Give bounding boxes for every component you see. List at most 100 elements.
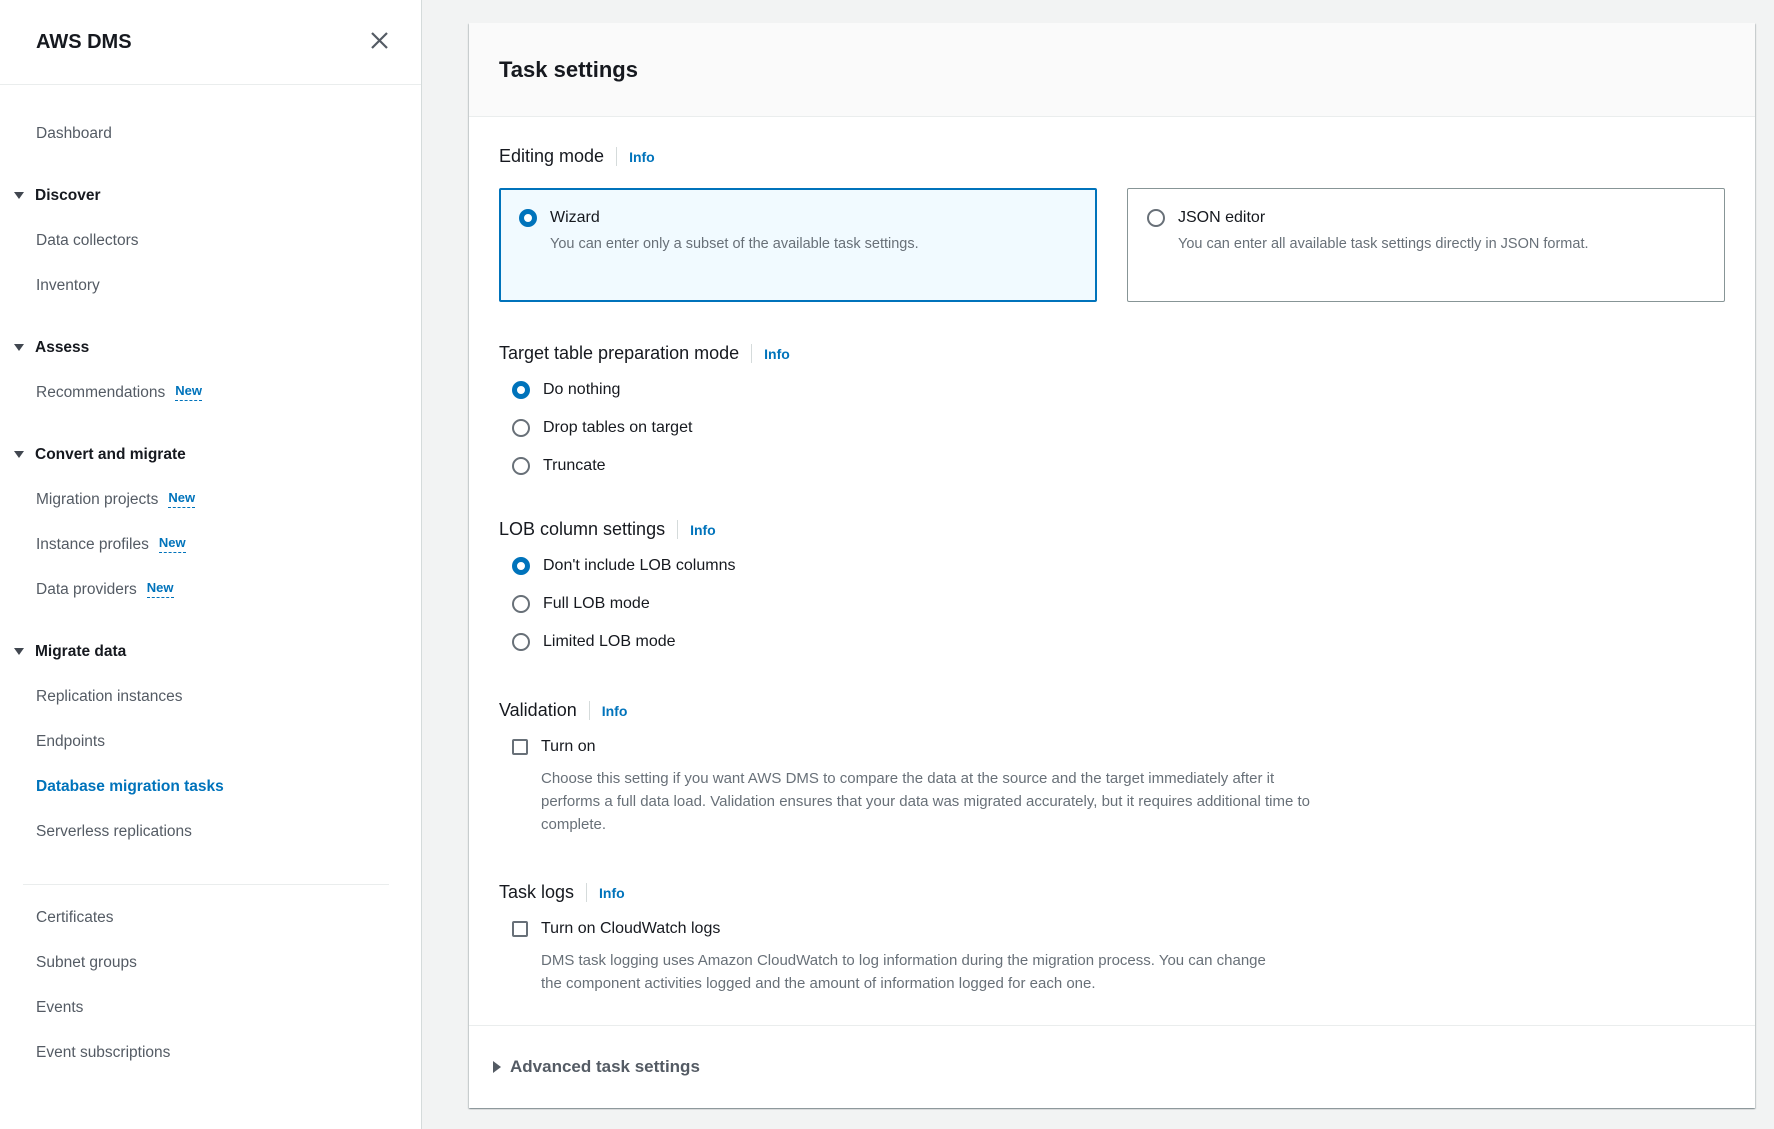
- sidebar-item-data-collectors[interactable]: Data collectors: [0, 218, 421, 263]
- validation-label: Validation: [499, 700, 577, 721]
- new-badge: New: [159, 536, 186, 553]
- radio-row-drop-tables[interactable]: Drop tables on target: [512, 416, 1725, 440]
- validation-info-link[interactable]: Info: [602, 703, 628, 719]
- sidebar-item-migration-projects[interactable]: Migration projects New: [0, 477, 421, 522]
- cloudwatch-description: DMS task logging uses Amazon CloudWatch …: [541, 949, 1281, 995]
- radio-row-do-nothing[interactable]: Do nothing: [512, 378, 1725, 402]
- sidebar-group-label: Convert and migrate: [35, 446, 186, 464]
- sidebar-group-discover[interactable]: Discover: [0, 173, 421, 218]
- card-body: Editing mode Info Wizard You can enter o…: [469, 117, 1755, 1025]
- radio-button-wizard[interactable]: [519, 209, 537, 227]
- sidebar-item-label: Event subscriptions: [36, 1044, 170, 1062]
- sidebar-item-label: Subnet groups: [36, 954, 137, 972]
- cloudwatch-checkbox-row[interactable]: Turn on CloudWatch logs: [512, 917, 1725, 941]
- close-button[interactable]: [367, 30, 391, 54]
- task-logs-group: Turn on CloudWatch logs DMS task logging…: [512, 917, 1725, 995]
- json-editor-option-text: JSON editor You can enter all available …: [1178, 206, 1589, 284]
- label-separator: [751, 344, 752, 363]
- radio-button-truncate[interactable]: [512, 457, 530, 475]
- label-separator: [677, 520, 678, 539]
- sidebar-group-assess[interactable]: Assess: [0, 325, 421, 370]
- target-table-prep-info-link[interactable]: Info: [764, 346, 790, 362]
- editing-mode-label: Editing mode: [499, 146, 604, 167]
- sidebar-item-certificates[interactable]: Certificates: [0, 895, 421, 940]
- sidebar-item-serverless-replications[interactable]: Serverless replications: [0, 809, 421, 854]
- validation-description: Choose this setting if you want AWS DMS …: [541, 767, 1311, 836]
- radio-label: Drop tables on target: [543, 419, 692, 437]
- radio-button-full-lob[interactable]: [512, 595, 530, 613]
- wizard-option-description: You can enter only a subset of the avail…: [550, 233, 919, 255]
- validation-checkbox[interactable]: [512, 739, 528, 755]
- sidebar-item-inventory[interactable]: Inventory: [0, 263, 421, 308]
- radio-row-full-lob[interactable]: Full LOB mode: [512, 592, 1725, 616]
- sidebar-item-label: Recommendations: [36, 384, 165, 402]
- new-badge: New: [147, 581, 174, 598]
- cloudwatch-checkbox[interactable]: [512, 921, 528, 937]
- task-settings-card: Task settings Editing mode Info Wizard Y…: [469, 23, 1755, 1108]
- sidebar-nav: Dashboard Discover Data collectors Inven…: [0, 85, 421, 1075]
- advanced-task-settings-label: Advanced task settings: [510, 1057, 700, 1077]
- sidebar-item-label: Instance profiles: [36, 536, 149, 554]
- lob-settings-label: LOB column settings: [499, 519, 665, 540]
- radio-row-dont-include-lob[interactable]: Don't include LOB columns: [512, 554, 1725, 578]
- radio-button-json-editor[interactable]: [1147, 209, 1165, 227]
- sidebar-divider: [23, 884, 389, 885]
- sidebar-item-label: Data collectors: [36, 232, 139, 250]
- sidebar-item-dashboard[interactable]: Dashboard: [0, 111, 421, 156]
- radio-button-drop-tables[interactable]: [512, 419, 530, 437]
- wizard-option-card[interactable]: Wizard You can enter only a subset of th…: [499, 188, 1097, 302]
- sidebar-group-label: Migrate data: [35, 643, 126, 661]
- sidebar-item-label: Database migration tasks: [36, 778, 224, 796]
- caret-down-icon: [14, 344, 24, 351]
- sidebar-item-replication-instances[interactable]: Replication instances: [0, 674, 421, 719]
- lob-settings-radio-group: Don't include LOB columns Full LOB mode …: [512, 554, 1725, 654]
- sidebar-group-label: Assess: [35, 339, 89, 357]
- close-icon: [370, 31, 389, 53]
- main-content: Task settings Editing mode Info Wizard Y…: [422, 0, 1774, 1129]
- editing-mode-label-row: Editing mode Info: [499, 146, 1725, 167]
- sidebar-item-endpoints[interactable]: Endpoints: [0, 719, 421, 764]
- radio-row-limited-lob[interactable]: Limited LOB mode: [512, 630, 1725, 654]
- radio-button-dont-include-lob[interactable]: [512, 557, 530, 575]
- sidebar-group-convert-and-migrate[interactable]: Convert and migrate: [0, 432, 421, 477]
- label-separator: [586, 883, 587, 902]
- sidebar-item-event-subscriptions[interactable]: Event subscriptions: [0, 1030, 421, 1075]
- json-editor-option-label: JSON editor: [1178, 206, 1589, 230]
- lob-settings-label-row: LOB column settings Info: [499, 519, 1725, 540]
- radio-button-limited-lob[interactable]: [512, 633, 530, 651]
- checkbox-label: Turn on: [541, 738, 596, 756]
- lob-settings-info-link[interactable]: Info: [690, 522, 716, 538]
- radio-row-truncate[interactable]: Truncate: [512, 454, 1725, 478]
- caret-down-icon: [14, 648, 24, 655]
- task-logs-label-row: Task logs Info: [499, 882, 1725, 903]
- editing-mode-info-link[interactable]: Info: [629, 149, 655, 165]
- target-table-prep-label-row: Target table preparation mode Info: [499, 343, 1725, 364]
- sidebar-item-data-providers[interactable]: Data providers New: [0, 567, 421, 612]
- sidebar-item-label: Data providers: [36, 581, 137, 599]
- radio-label: Don't include LOB columns: [543, 557, 735, 575]
- sidebar: AWS DMS Dashboard Discover Data collecto…: [0, 0, 422, 1129]
- sidebar-item-recommendations[interactable]: Recommendations New: [0, 370, 421, 415]
- checkbox-label: Turn on CloudWatch logs: [541, 920, 720, 938]
- caret-down-icon: [14, 451, 24, 458]
- sidebar-item-events[interactable]: Events: [0, 985, 421, 1030]
- wizard-option-text: Wizard You can enter only a subset of th…: [550, 206, 919, 284]
- task-logs-info-link[interactable]: Info: [599, 885, 625, 901]
- json-editor-option-card[interactable]: JSON editor You can enter all available …: [1127, 188, 1725, 302]
- validation-group: Turn on Choose this setting if you want …: [512, 735, 1725, 836]
- caret-down-icon: [14, 192, 24, 199]
- sidebar-item-database-migration-tasks[interactable]: Database migration tasks: [0, 764, 421, 809]
- sidebar-item-subnet-groups[interactable]: Subnet groups: [0, 940, 421, 985]
- radio-label: Limited LOB mode: [543, 633, 676, 651]
- wizard-option-label: Wizard: [550, 206, 919, 230]
- sidebar-group-migrate-data[interactable]: Migrate data: [0, 629, 421, 674]
- card-header: Task settings: [469, 23, 1755, 117]
- sidebar-item-label: Endpoints: [36, 733, 105, 751]
- sidebar-item-label: Migration projects: [36, 491, 158, 509]
- radio-button-do-nothing[interactable]: [512, 381, 530, 399]
- sidebar-item-instance-profiles[interactable]: Instance profiles New: [0, 522, 421, 567]
- sidebar-header: AWS DMS: [0, 0, 421, 85]
- validation-checkbox-row[interactable]: Turn on: [512, 735, 1725, 759]
- advanced-task-settings-toggle[interactable]: Advanced task settings: [469, 1025, 1755, 1108]
- sidebar-item-label: Events: [36, 999, 83, 1017]
